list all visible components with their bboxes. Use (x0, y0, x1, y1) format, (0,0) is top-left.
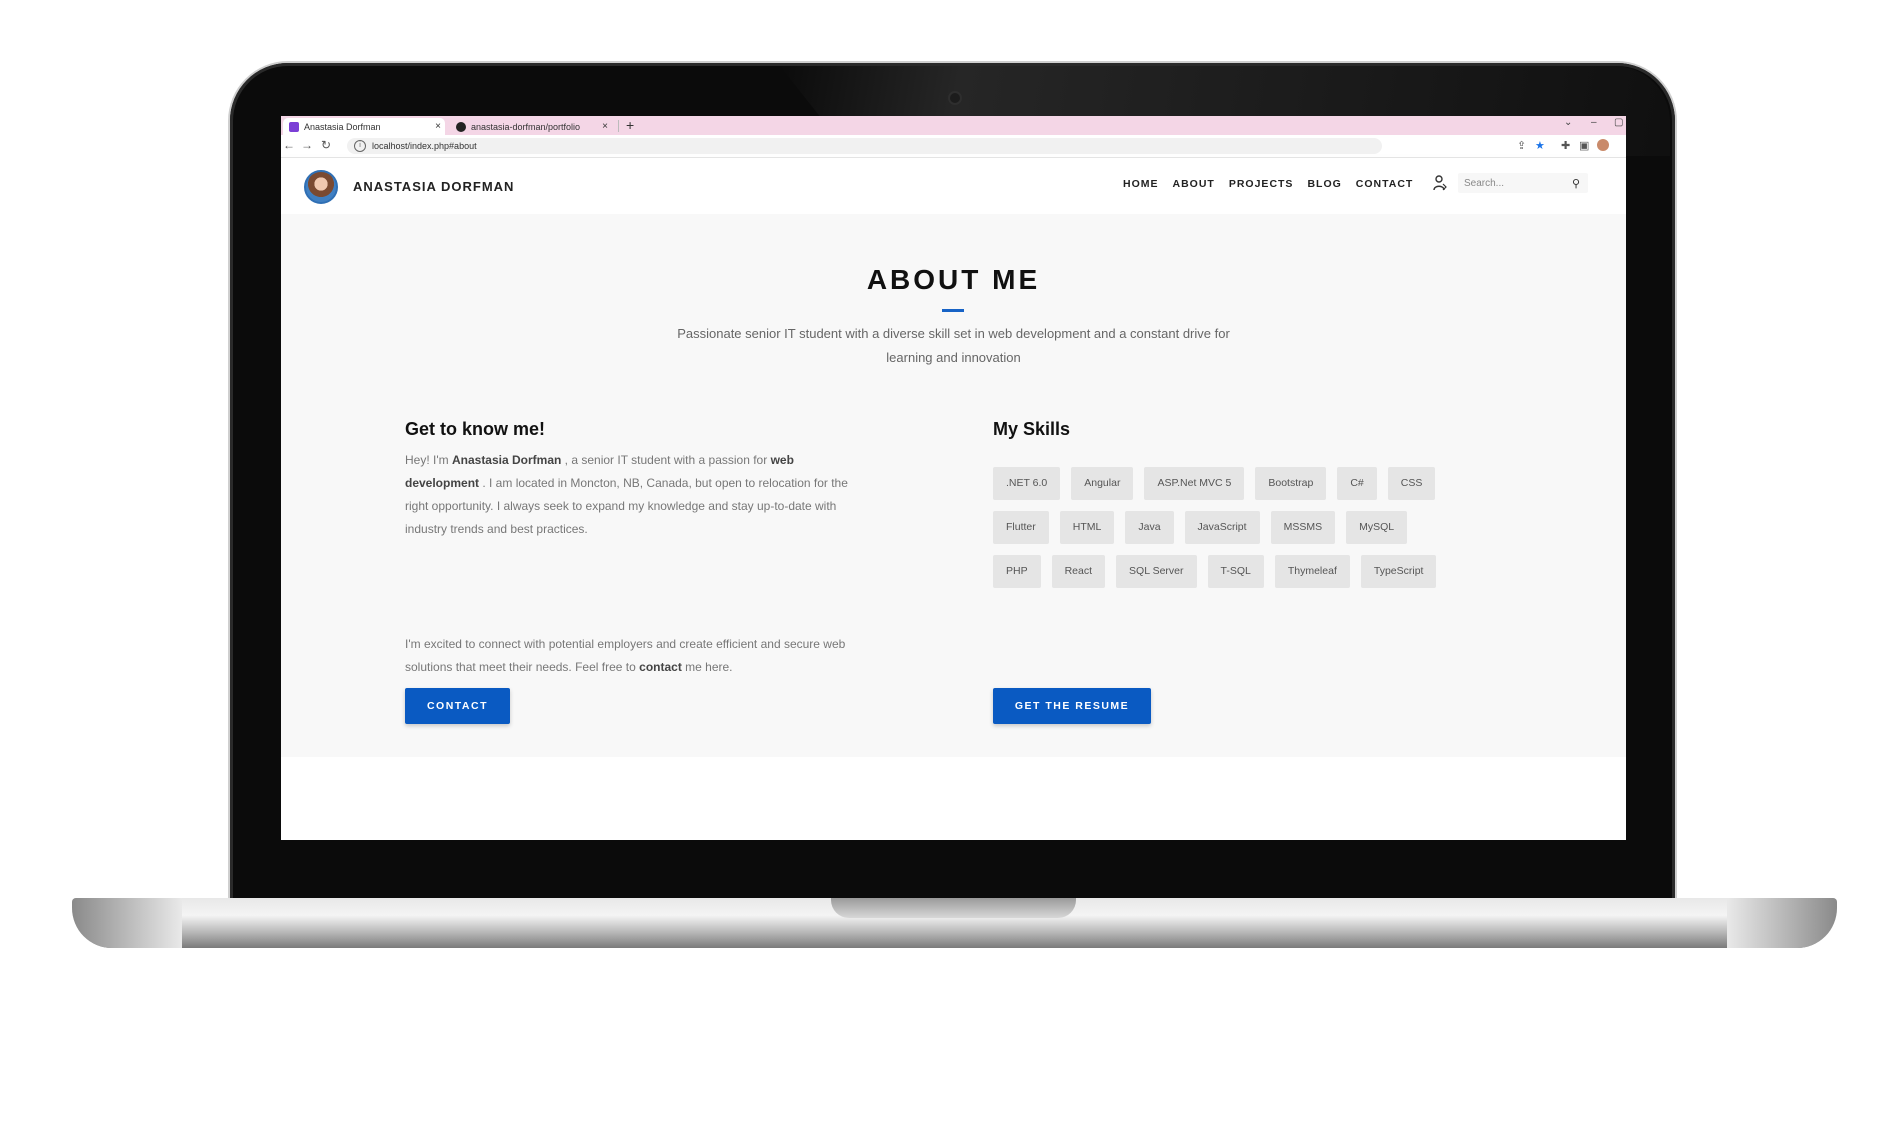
skill-badge: C# (1337, 467, 1377, 500)
site-favicon-icon (289, 121, 299, 132)
minimize-button[interactable]: – (1591, 117, 1597, 128)
skill-badge: MySQL (1346, 511, 1408, 544)
contact-link[interactable]: contact (639, 660, 682, 674)
skill-badge: .NET 6.0 (993, 467, 1061, 500)
browser-tab-github[interactable]: anastasia-dorfman/portfolio × (450, 118, 612, 135)
main-nav: HOME ABOUT PROJECTS BLOG CONTACT (1123, 178, 1413, 190)
bookmark-star-icon[interactable]: ★ (1535, 139, 1545, 152)
subtitle-line: Passionate senior IT student with a dive… (677, 326, 1230, 341)
close-tab-icon[interactable]: × (431, 121, 445, 132)
about-section: ABOUT ME Passionate senior IT student wi… (281, 214, 1626, 757)
connect-text: I'm excited to connect with potential em… (405, 637, 846, 674)
tab-search-icon[interactable]: ⌄ (1564, 117, 1572, 128)
restore-button[interactable]: ▢ (1614, 117, 1623, 128)
intro-text: Hey! I'm (405, 453, 452, 467)
close-tab-icon[interactable]: × (598, 121, 612, 132)
skill-badge: React (1051, 555, 1106, 588)
browser-toolbar: ← → ↻ i localhost/index.php#about ⇪ ★ ✚ … (281, 135, 1626, 158)
profile-avatar[interactable] (1597, 139, 1609, 151)
skills-row: Flutter HTML Java JavaScript MSSMS MySQL (993, 511, 1493, 544)
title-underline (942, 309, 964, 312)
webcam-icon (950, 93, 960, 103)
skill-badge: SQL Server (1116, 555, 1197, 588)
avatar[interactable] (304, 170, 338, 204)
extensions-icon[interactable]: ✚ (1561, 139, 1570, 152)
nav-item-about[interactable]: ABOUT (1173, 178, 1215, 190)
nav-item-contact[interactable]: CONTACT (1356, 178, 1414, 190)
skill-badge: JavaScript (1184, 511, 1260, 544)
get-resume-button[interactable]: GET THE RESUME (993, 688, 1151, 724)
browser-tab-active[interactable]: Anastasia Dorfman × (283, 118, 445, 135)
nav-item-home[interactable]: HOME (1123, 178, 1159, 190)
know-me-heading: Get to know me! (405, 419, 546, 439)
site-info-icon[interactable]: i (354, 140, 366, 152)
page-below-fold (281, 757, 1626, 840)
connect-paragraph: I'm excited to connect with potential em… (405, 633, 855, 679)
subtitle-line: learning and innovation (886, 350, 1021, 365)
intro-text: , a senior IT student with a passion for (561, 453, 771, 467)
skill-badge: HTML (1059, 511, 1115, 544)
skill-badge: TypeScript (1360, 555, 1437, 588)
site-header: ANASTASIA DORFMAN HOME ABOUT PROJECTS BL… (281, 158, 1626, 214)
tab-title: anastasia-dorfman/portfolio (471, 121, 581, 132)
skill-badge: Java (1125, 511, 1174, 544)
tab-title: Anastasia Dorfman (304, 121, 381, 132)
skills-row: .NET 6.0 Angular ASP.Net MVC 5 Bootstrap… (993, 467, 1493, 500)
section-title: ABOUT ME (866, 264, 1041, 295)
search-icon[interactable]: ⚲ (1572, 177, 1588, 190)
laptop-screen: Anastasia Dorfman × anastasia-dorfman/po… (281, 116, 1626, 840)
address-bar[interactable]: i localhost/index.php#about (347, 138, 1382, 154)
skill-badge: CSS (1387, 467, 1436, 500)
skill-badge: ASP.Net MVC 5 (1144, 467, 1245, 500)
browser-tab-strip: Anastasia Dorfman × anastasia-dorfman/po… (281, 116, 1626, 135)
intro-name: Anastasia Dorfman (451, 453, 562, 467)
skill-badge: MSSMS (1270, 511, 1336, 544)
nav-item-projects[interactable]: PROJECTS (1229, 178, 1294, 190)
skill-badge: PHP (993, 555, 1041, 588)
user-login-icon[interactable] (1433, 175, 1447, 191)
section-subtitle: Passionate senior IT student with a dive… (651, 322, 1256, 370)
skill-badge: Thymeleaf (1274, 555, 1350, 588)
skills-heading: My Skills (993, 419, 1071, 439)
tab-divider (618, 120, 619, 132)
new-tab-button[interactable]: + (626, 117, 634, 133)
side-panel-icon[interactable]: ▣ (1579, 139, 1589, 152)
search-input[interactable]: Search... ⚲ (1458, 173, 1588, 193)
github-icon (456, 121, 466, 132)
intro-paragraph: Hey! I'm Anastasia Dorfman , a senior IT… (405, 449, 855, 541)
connect-text: me here. (681, 660, 733, 674)
skill-badge: Bootstrap (1255, 467, 1327, 500)
contact-button[interactable]: CONTACT (405, 688, 510, 724)
reload-icon[interactable]: ↻ (321, 138, 331, 152)
laptop-notch (831, 898, 1076, 918)
skills-row: PHP React SQL Server T-SQL Thymeleaf Typ… (993, 555, 1493, 588)
skill-badge: Angular (1071, 467, 1134, 500)
skill-badge: Flutter (993, 511, 1049, 544)
back-icon[interactable]: ← (283, 138, 295, 152)
search-placeholder: Search... (1464, 177, 1505, 189)
skill-badge: T-SQL (1207, 555, 1264, 588)
url-text: localhost/index.php#about (372, 141, 477, 151)
skills-list: .NET 6.0 Angular ASP.Net MVC 5 Bootstrap… (993, 467, 1493, 599)
nav-item-blog[interactable]: BLOG (1307, 178, 1341, 190)
share-icon[interactable]: ⇪ (1517, 139, 1526, 152)
site-logo-text[interactable]: ANASTASIA DORFMAN (353, 179, 514, 194)
forward-icon[interactable]: → (301, 138, 313, 152)
